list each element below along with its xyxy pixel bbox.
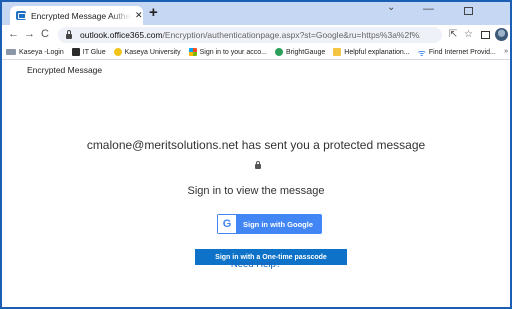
signin-heading: Sign in to view the message: [187, 185, 325, 197]
lock-icon[interactable]: [66, 29, 72, 39]
forward-button[interactable]: →: [24, 28, 35, 40]
page-content: Encrypted Message cmalone@meritsolutions…: [2, 61, 510, 307]
browser-window: Encrypted Message Authenticatio ✕ + ⌄ — …: [2, 2, 510, 307]
url-text[interactable]: outlook.office365.com/Encryption/authent…: [80, 30, 420, 40]
bookmarks-bar: Kaseya -Login IT Glue Kaseya University …: [2, 45, 510, 60]
url-domain: outlook.office365.com: [80, 30, 163, 40]
outlook-icon: [16, 11, 26, 20]
bookmark-label: Find Internet Provid...: [428, 48, 496, 56]
browser-toolbar: ← → C outlook.office365.com/Encryption/a…: [2, 25, 510, 45]
folder-icon: [333, 48, 342, 56]
bookmark-label: Kaseya University: [124, 48, 181, 56]
share-icon[interactable]: ⇱: [449, 29, 457, 40]
tab-title: Encrypted Message Authenticatio: [31, 10, 131, 21]
tab-close-icon[interactable]: ✕: [135, 10, 143, 21]
tab-strip: Encrypted Message Authenticatio ✕ + ⌄ —: [2, 2, 510, 25]
tab-search-icon[interactable]: ⌄: [387, 2, 395, 13]
bookmark-label: BrightGauge: [285, 48, 326, 56]
bookmark-label: Kaseya -Login: [19, 48, 64, 56]
bookmark-label: Helpful explanation...: [344, 48, 410, 56]
brightgauge-icon: [274, 48, 283, 56]
minimize-button[interactable]: —: [423, 3, 434, 15]
more-bookmarks-icon[interactable]: »: [504, 48, 508, 55]
new-tab-button[interactable]: +: [149, 5, 158, 21]
profile-avatar[interactable]: [495, 28, 508, 41]
bookmark-kaseya-university[interactable]: Kaseya University: [113, 48, 181, 56]
need-help-link[interactable]: Need Help?: [2, 259, 510, 270]
bookmark-kaseya-login[interactable]: Kaseya -Login: [6, 49, 64, 56]
bookmark-it-glue[interactable]: IT Glue: [71, 48, 106, 56]
restore-button[interactable]: [464, 7, 473, 15]
bookmark-brightgauge[interactable]: BrightGauge: [274, 48, 326, 56]
bookmark-label: Sign in to your acco...: [199, 48, 267, 56]
bookmark-label: IT Glue: [82, 48, 106, 56]
itglue-icon: [71, 48, 80, 56]
wifi-icon: ᯤ: [417, 47, 426, 58]
sign-in-with-google-button[interactable]: G Sign in with Google: [217, 214, 322, 234]
kaseya-icon: [6, 49, 16, 55]
bookmark-sign-in[interactable]: Sign in to your acco...: [188, 48, 267, 56]
page-label: Encrypted Message: [27, 65, 103, 75]
google-icon: G: [218, 215, 236, 233]
tab-encrypted-message[interactable]: Encrypted Message Authenticatio ✕: [10, 6, 143, 25]
sender-message: cmalone@meritsolutions.net has sent you …: [86, 138, 426, 152]
address-bar[interactable]: outlook.office365.com/Encryption/authent…: [58, 27, 442, 43]
bookmark-find-internet[interactable]: ᯤ Find Internet Provid...: [418, 46, 496, 59]
bookmark-star-icon[interactable]: ☆: [464, 29, 473, 40]
microsoft-icon: [188, 48, 197, 56]
bookmark-helpful-explanation[interactable]: Helpful explanation...: [333, 48, 410, 56]
reload-button[interactable]: C: [41, 28, 49, 40]
university-icon: [113, 48, 122, 56]
padlock-icon: [255, 161, 261, 169]
back-button[interactable]: ←: [8, 28, 19, 40]
url-path: /Encryption/authenticationpage.aspx?st=G…: [162, 30, 420, 40]
side-panel-icon[interactable]: [481, 31, 490, 39]
google-button-label: Sign in with Google: [243, 219, 313, 229]
